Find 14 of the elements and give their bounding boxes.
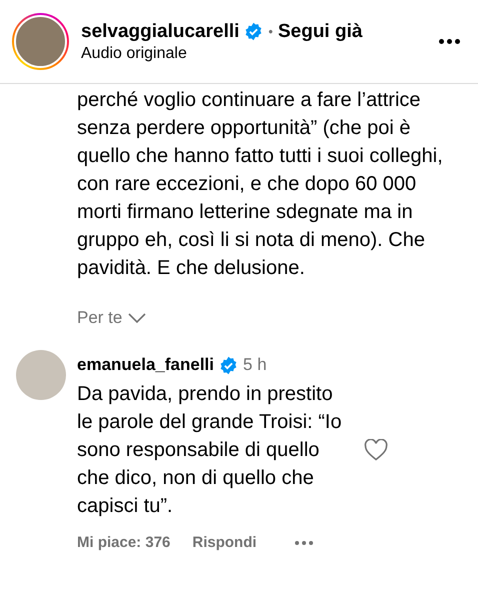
sort-dropdown[interactable]: Per te — [77, 308, 146, 328]
separator-dot: • — [268, 24, 273, 39]
avatar-photo — [14, 15, 67, 68]
comment-text: Da pavida, prendo in prestito le parole del grande Troisi: “Io sono responsabile di quello che dico, non di quello che capisci tu”. — [77, 382, 343, 519]
timestamp: 5 h — [243, 355, 267, 375]
heart-icon[interactable] — [364, 439, 388, 461]
following-button[interactable]: Segui già — [278, 20, 362, 42]
like-count[interactable]: Mi piace: 376 — [77, 534, 170, 551]
username[interactable]: emanuela_fanelli — [77, 355, 214, 375]
username[interactable]: selvaggialucarelli — [81, 20, 240, 42]
caption-text: perché voglio continuare a fare l’attrice senza perdere opportunità” (che poi è quello che hanno fatto tutti i suoi colleghi, con rare eccezioni, e che dopo 60 000 morti firmano letterine sdegnate ma in gruppo eh, così li si nota di meno). Che pavidità. E che delusione. — [77, 88, 444, 281]
chevron-down-icon[interactable] — [128, 313, 146, 323]
reply-button[interactable]: Rispondi — [192, 534, 257, 551]
audio-label[interactable]: Audio originale — [81, 44, 423, 62]
